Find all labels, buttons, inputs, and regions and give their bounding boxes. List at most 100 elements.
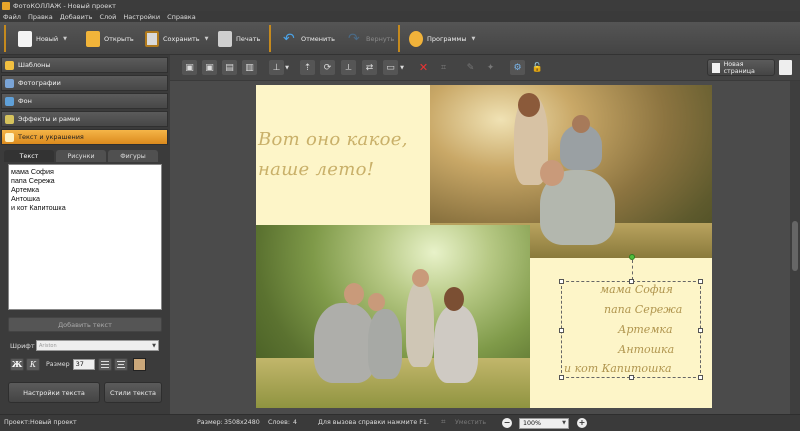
resize-handle[interactable] xyxy=(629,279,634,284)
lock-icon[interactable]: 🔓 xyxy=(530,60,545,75)
resize-handle[interactable] xyxy=(559,328,564,333)
scrollbar-thumb[interactable] xyxy=(792,221,798,271)
gear-icon[interactable]: ⚙ xyxy=(510,60,525,75)
delete-icon[interactable]: ✕ xyxy=(416,60,431,75)
background-icon xyxy=(5,96,14,106)
programs-icon xyxy=(409,31,423,47)
menu-layer[interactable]: Слой xyxy=(99,13,116,21)
italic-button[interactable]: К xyxy=(26,357,40,371)
photo-head xyxy=(344,283,364,305)
vertical-scrollbar[interactable] xyxy=(790,81,800,414)
title-line: Вот оно какое, xyxy=(258,129,408,150)
align-icon[interactable]: ⊥ xyxy=(269,60,284,75)
flip-up-icon[interactable]: ⇡ xyxy=(300,60,315,75)
delete-page-icon[interactable] xyxy=(779,60,792,75)
fit-icon[interactable]: ⌗ xyxy=(441,417,446,427)
zoom-select[interactable]: 100% ▼ xyxy=(519,418,569,429)
photo-head xyxy=(368,293,385,311)
text-color-swatch[interactable] xyxy=(132,357,146,371)
menu-file[interactable]: Файл xyxy=(3,13,21,21)
add-text-button[interactable]: Добавить текст xyxy=(8,317,162,332)
layer-forward-icon[interactable]: ▣ xyxy=(202,60,217,75)
chevron-down-icon[interactable]: ▼ xyxy=(471,36,475,42)
zoom-value: 100% xyxy=(523,420,542,427)
distribute-icon[interactable]: ▭ xyxy=(383,60,398,75)
zoom-out-icon[interactable]: − xyxy=(502,418,512,428)
mirror-icon[interactable]: ⟂ xyxy=(341,60,356,75)
resize-handle[interactable] xyxy=(559,279,564,284)
style-row: Ж К Размер 37 xyxy=(10,357,146,371)
photo-head xyxy=(572,115,590,133)
size-input[interactable]: 37 xyxy=(72,358,95,370)
open-button[interactable]: Открыть xyxy=(86,26,134,52)
wand-icon[interactable]: ✦ xyxy=(483,60,498,75)
fit-button[interactable]: Уместить xyxy=(455,419,486,426)
print-button[interactable]: Печать xyxy=(218,26,260,52)
crop-icon[interactable]: ⌗ xyxy=(436,60,451,75)
status-project-label: Проект: xyxy=(4,419,31,426)
tab-shapes[interactable]: Фигуры xyxy=(108,150,158,162)
photos-icon xyxy=(5,78,14,88)
resize-handle[interactable] xyxy=(698,279,703,284)
redo-button[interactable]: ↷ Вернуть xyxy=(348,26,394,52)
menu-add[interactable]: Добавить xyxy=(60,13,93,21)
rotate-handle-line xyxy=(632,260,633,280)
status-project-value: Новый проект xyxy=(30,419,77,426)
menu-settings[interactable]: Настройки xyxy=(123,13,160,21)
chevron-down-icon[interactable]: ▼ xyxy=(283,60,291,75)
tab-pictures[interactable]: Рисунки xyxy=(56,150,106,162)
section-photos[interactable]: Фотографии xyxy=(1,75,168,91)
font-select[interactable]: Ariston ▼ xyxy=(36,340,159,351)
name-line: мама София xyxy=(600,283,673,296)
text-input-area[interactable]: мама София папа Сережа Артемка Антошка и… xyxy=(8,164,162,310)
resize-handle[interactable] xyxy=(698,375,703,380)
section-templates[interactable]: Шаблоны xyxy=(1,57,168,73)
text-styles-button[interactable]: Стили текста xyxy=(104,382,162,403)
name-line: папа Сережа xyxy=(604,303,683,316)
size-label: Размер xyxy=(46,360,70,368)
new-page-button[interactable]: Новая страница xyxy=(707,59,775,76)
menu-help[interactable]: Справка xyxy=(167,13,196,21)
align-center-button[interactable] xyxy=(113,357,128,371)
collage-title-text[interactable]: Вот оно какое, наше лето! xyxy=(258,125,433,185)
undo-arrow-icon: ↶ xyxy=(283,31,295,47)
selected-text-box[interactable]: мама София папа Сережа Артемка Антошка и… xyxy=(559,279,703,380)
name-line: Антошка xyxy=(618,343,675,356)
section-effects[interactable]: Эффекты и рамки xyxy=(1,111,168,127)
resize-handle[interactable] xyxy=(698,328,703,333)
section-text-decor[interactable]: Текст и украшения xyxy=(1,129,168,145)
tab-text[interactable]: Текст xyxy=(4,150,54,162)
save-button[interactable]: Сохранить ▼ xyxy=(145,26,208,52)
resize-handle[interactable] xyxy=(629,375,634,380)
menu-edit[interactable]: Правка xyxy=(28,13,53,21)
text-decor-icon xyxy=(5,132,14,142)
collage-page[interactable]: Вот оно какое, наше лето! мама София пап… xyxy=(256,85,712,408)
align-left-button[interactable] xyxy=(97,357,112,371)
chevron-down-icon[interactable]: ▼ xyxy=(205,36,209,42)
brush-icon[interactable]: ✎ xyxy=(463,60,478,75)
app-icon xyxy=(2,1,10,10)
section-background[interactable]: Фон xyxy=(1,93,168,109)
layer-back-icon[interactable]: ▣ xyxy=(182,60,197,75)
zoom-in-icon[interactable]: + xyxy=(577,418,587,428)
chevron-down-icon[interactable]: ▼ xyxy=(63,36,67,42)
programs-button[interactable]: Программы ▼ xyxy=(409,26,475,52)
align-left-icon xyxy=(100,360,109,362)
effects-icon xyxy=(5,114,14,124)
chevron-down-icon[interactable]: ▼ xyxy=(398,60,406,75)
toolbar-separator xyxy=(398,25,400,52)
undo-button[interactable]: ↶ Отменить xyxy=(283,26,335,52)
layer-top-icon[interactable]: ▥ xyxy=(242,60,257,75)
flip-horizontal-icon[interactable]: ⇄ xyxy=(362,60,377,75)
resize-handle[interactable] xyxy=(559,375,564,380)
photo-person xyxy=(406,281,434,367)
bold-button[interactable]: Ж xyxy=(10,357,24,371)
new-button[interactable]: Новый ▼ xyxy=(18,26,67,52)
align-center-icon xyxy=(116,360,125,362)
font-row: Шрифт Ariston ▼ xyxy=(10,339,159,352)
photo-family-bottom[interactable] xyxy=(256,225,530,408)
rotate-icon[interactable]: ⟳ xyxy=(320,60,335,75)
text-settings-button[interactable]: Настройки текста xyxy=(8,382,100,403)
layer-bottom-icon[interactable]: ▤ xyxy=(222,60,237,75)
page-icon xyxy=(712,62,720,73)
